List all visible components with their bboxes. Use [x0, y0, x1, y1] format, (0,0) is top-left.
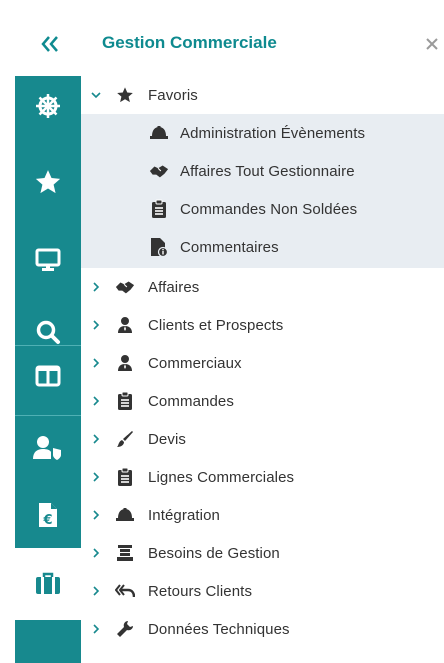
tree-item-clients-et-prospects[interactable]: Clients et Prospects [81, 306, 444, 344]
sidebar-item-billing[interactable]: € [15, 491, 81, 539]
user-tie-icon [115, 353, 135, 373]
chevron-right-icon[interactable] [91, 586, 101, 596]
sidebar-item-dashboard[interactable] [15, 82, 81, 130]
hard-hat-icon [115, 505, 135, 525]
brush-icon [115, 429, 135, 449]
tree-item-devis[interactable]: Devis [81, 420, 444, 458]
wrench-icon [115, 619, 135, 639]
tree-item-label: Retours Clients [148, 582, 253, 600]
favorite-item-commandes-non-soldees[interactable]: Commandes Non Soldées [81, 190, 444, 228]
monitor-icon [35, 248, 61, 271]
chevron-right-icon[interactable] [91, 510, 101, 520]
sidebar-divider [15, 345, 81, 346]
favorite-item-administration-evenements[interactable]: Administration Évènements [81, 114, 444, 152]
star-icon [115, 85, 135, 105]
search-icon [36, 320, 60, 344]
clipboard-icon [115, 467, 135, 487]
chevron-right-icon[interactable] [91, 282, 101, 292]
close-button[interactable] [425, 32, 444, 54]
sidebar-item-commercial[interactable] [15, 548, 81, 620]
favorite-item-affaires-tout-gestionnaire[interactable]: Affaires Tout Gestionnaire [81, 152, 444, 190]
chevron-right-icon[interactable] [91, 624, 101, 634]
sidebar-item-layout[interactable] [15, 352, 81, 400]
tree-item-donnees-techniques[interactable]: Données Techniques [81, 610, 444, 648]
tree-item-label: Favoris [148, 86, 198, 104]
chevron-right-icon[interactable] [91, 434, 101, 444]
double-chevron-left-icon [41, 36, 58, 52]
favorite-item-commentaires[interactable]: Commentaires [81, 228, 444, 266]
handshake-icon [115, 277, 135, 297]
tree-item-label: Besoins de Gestion [148, 544, 280, 562]
tree-item-besoins-de-gestion[interactable]: Besoins de Gestion [81, 534, 444, 572]
tree-item-label: Lignes Commerciales [148, 468, 295, 486]
tree-item-label: Commerciaux [148, 354, 242, 372]
euro-document-icon: € [39, 503, 57, 528]
tree-item-label: Commandes [148, 392, 234, 410]
clipboard-icon [115, 391, 135, 411]
file-info-icon [149, 237, 169, 257]
stack-icon [115, 543, 135, 563]
user-shield-icon [33, 436, 61, 460]
tree-item-commerciaux[interactable]: Commerciaux [81, 344, 444, 382]
chevron-right-icon[interactable] [91, 472, 101, 482]
briefcase-icon [36, 572, 60, 594]
panel-title: Gestion Commerciale [102, 33, 277, 52]
sidebar-item-users[interactable] [15, 424, 81, 472]
tree-item-retours-clients[interactable]: Retours Clients [81, 572, 444, 610]
sidebar-item-favorites[interactable] [15, 158, 81, 206]
return-icon [115, 581, 135, 601]
chevron-right-icon[interactable] [91, 396, 101, 406]
chevron-right-icon[interactable] [91, 320, 101, 330]
chevron-right-icon[interactable] [91, 358, 101, 368]
star-icon [35, 170, 61, 194]
tree-item-label: Intégration [148, 506, 220, 524]
tree-item-label: Commandes Non Soldées [180, 200, 358, 218]
tree-item-label: Affaires [148, 278, 200, 296]
tree-item-commandes[interactable]: Commandes [81, 382, 444, 420]
tree-item-label: Administration Évènements [180, 124, 366, 142]
ship-wheel-icon [36, 94, 60, 118]
collapse-sidebar-button[interactable] [36, 30, 64, 58]
handshake-icon [149, 161, 169, 181]
tree-item-label: Commentaires [180, 238, 279, 256]
tree-item-affaires[interactable]: Affaires [81, 268, 444, 306]
sidebar-item-screens[interactable] [15, 236, 81, 284]
tree-item-integration[interactable]: Intégration [81, 496, 444, 534]
sidebar-item-search[interactable] [15, 308, 81, 356]
sidebar-divider [15, 415, 81, 416]
tree-item-label: Données Techniques [148, 620, 290, 638]
user-tie-icon [115, 315, 135, 335]
columns-icon [35, 365, 61, 387]
chevron-right-icon[interactable] [91, 548, 101, 558]
close-icon [426, 38, 438, 50]
tree-item-label: Clients et Prospects [148, 316, 284, 334]
tree-item-favorites[interactable]: Favoris [81, 76, 444, 114]
chevron-down-icon[interactable] [91, 90, 101, 100]
tree-item-lignes-commerciales[interactable]: Lignes Commerciales [81, 458, 444, 496]
tree-item-label: Devis [148, 430, 187, 448]
hard-hat-icon [149, 123, 169, 143]
svg-text:€: € [42, 513, 52, 528]
clipboard-icon [149, 199, 169, 219]
tree-item-label: Affaires Tout Gestionnaire [180, 162, 355, 180]
